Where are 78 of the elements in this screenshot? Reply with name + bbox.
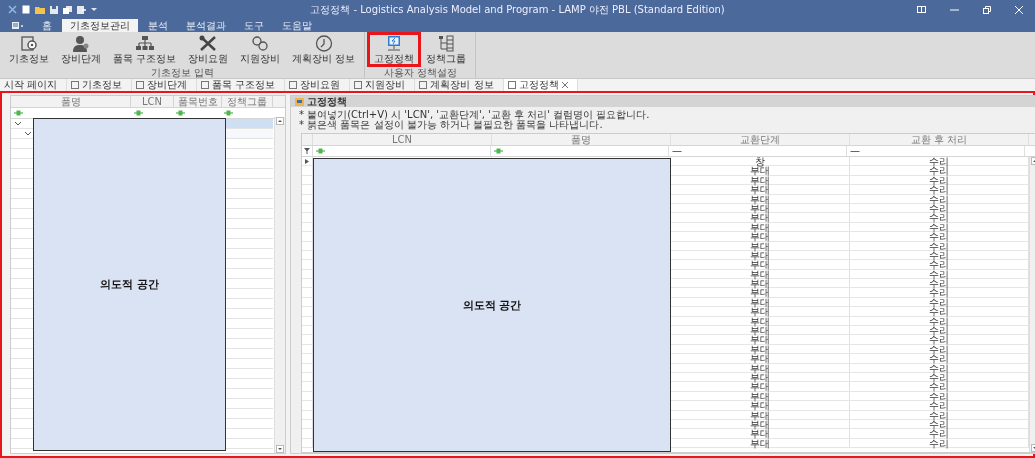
ribbon-tab[interactable]: 홈	[34, 19, 60, 32]
note-text: * 붉은색 품목은 설정이 불가능 하거나 불필요한 품목을 나타냅니다.	[299, 120, 604, 130]
column-header[interactable]: 교환 후 처리	[850, 134, 1029, 145]
ribbon-button[interactable]: 정책그룹	[421, 34, 472, 65]
column-header[interactable]: 정책그룹	[222, 96, 274, 107]
column-header[interactable]: 품명	[11, 96, 132, 107]
row-cell[interactable]	[223, 119, 273, 128]
ribbon-button[interactable]: 장비단계	[56, 34, 106, 65]
page-icon	[71, 81, 80, 89]
document-tab[interactable]: 기초정보	[67, 79, 133, 91]
scroll-up-icon[interactable]	[276, 117, 284, 125]
dropdown-icon[interactable]	[91, 7, 97, 12]
column-header[interactable]: 교환단계	[671, 134, 850, 145]
menu-icon[interactable]	[12, 22, 24, 30]
hierarchy-icon	[135, 35, 154, 52]
tools-icon	[199, 35, 218, 52]
ribbon-button[interactable]: 지원장비	[235, 34, 286, 65]
ribbon-tab[interactable]: 분석결과	[178, 19, 234, 32]
app-icon[interactable]	[8, 5, 17, 14]
filter-condition-icon[interactable]	[224, 110, 233, 116]
page-icon	[507, 81, 516, 89]
column-header[interactable]: 품목번호	[173, 96, 223, 107]
column-header[interactable]: LCN	[131, 96, 174, 107]
ribbon-button[interactable]: 고정정책	[369, 34, 420, 65]
column-header[interactable]: LCN	[313, 134, 492, 145]
placeholder-area: 의도적 공간	[313, 158, 671, 452]
note-text: * 붙여넣기(Ctrl+V) 시 'LCN', '교환단계', '교환 후 처리' 컬럼명이 필요합니다.	[299, 110, 651, 120]
document-tab[interactable]: 계획장비 정보	[415, 79, 504, 91]
layout-icon[interactable]	[917, 6, 926, 13]
save-all-icon[interactable]	[63, 5, 72, 14]
document-tab[interactable]: 장비단계	[132, 79, 198, 91]
document-tab[interactable]: 고정정책	[503, 79, 578, 91]
filter-condition-icon[interactable]	[134, 110, 143, 116]
page-icon	[289, 81, 298, 89]
document-tab[interactable]: 품목 구조정보	[197, 79, 286, 91]
gear-document-icon	[20, 35, 38, 52]
ribbon-tab[interactable]: 분석	[140, 19, 176, 32]
window-title: 고정정책 - Logistics Analysis Model and Program - LAMP 야전 PBL (Standard Edition)	[310, 2, 725, 17]
panel-title: 고정정책	[307, 94, 347, 109]
new-file-icon[interactable]	[22, 5, 30, 14]
close-icon[interactable]	[561, 82, 568, 88]
group-label: 사용자 정책설정	[383, 67, 457, 78]
page-icon	[354, 81, 363, 89]
document-tab[interactable]: 지원장비	[350, 79, 416, 91]
save-icon[interactable]	[50, 5, 58, 14]
chevron-down-icon[interactable]	[15, 121, 21, 126]
clock-icon	[314, 35, 333, 52]
person-icon	[72, 35, 90, 52]
ribbon-tab[interactable]: 도움말	[274, 19, 320, 32]
page-icon	[136, 81, 145, 89]
restore-icon[interactable]	[983, 5, 991, 14]
page-icon	[201, 81, 210, 89]
filter-value[interactable]: —	[847, 146, 1025, 156]
ribbon-tab[interactable]: 도구	[236, 19, 272, 32]
scroll-down-icon[interactable]	[276, 445, 284, 453]
ribbon-button[interactable]: 품목 구조정보	[108, 34, 182, 65]
column-header[interactable]: 품명	[492, 134, 671, 145]
group-label: 기초정보 입력	[150, 67, 214, 78]
ribbon-button[interactable]: 기초정보	[4, 34, 54, 65]
page-icon	[419, 81, 428, 89]
filter-condition-icon[interactable]	[316, 148, 325, 154]
tree-list-icon	[437, 35, 456, 52]
export-icon[interactable]	[77, 5, 86, 14]
ribbon-tab[interactable]: 기초정보관리	[62, 19, 138, 32]
filter-icon[interactable]	[304, 148, 310, 154]
document-tab[interactable]: 시작 페이지	[0, 79, 68, 91]
filter-condition-icon[interactable]	[494, 148, 503, 154]
filter-condition-icon[interactable]	[176, 110, 185, 116]
filter-value[interactable]: —	[669, 146, 847, 156]
filter-condition-icon[interactable]	[14, 110, 23, 116]
placeholder-area: 의도적 공간	[33, 118, 226, 451]
ribbon-button[interactable]: 장비요원	[183, 34, 234, 65]
chevron-down-icon[interactable]	[25, 131, 31, 136]
current-row-icon	[305, 158, 309, 164]
document-tab[interactable]: 장비요원	[285, 79, 351, 91]
minimize-icon[interactable]	[950, 8, 959, 11]
ribbon-button[interactable]: 계획장비 정보	[287, 34, 361, 65]
row-cell[interactable]	[223, 129, 273, 138]
